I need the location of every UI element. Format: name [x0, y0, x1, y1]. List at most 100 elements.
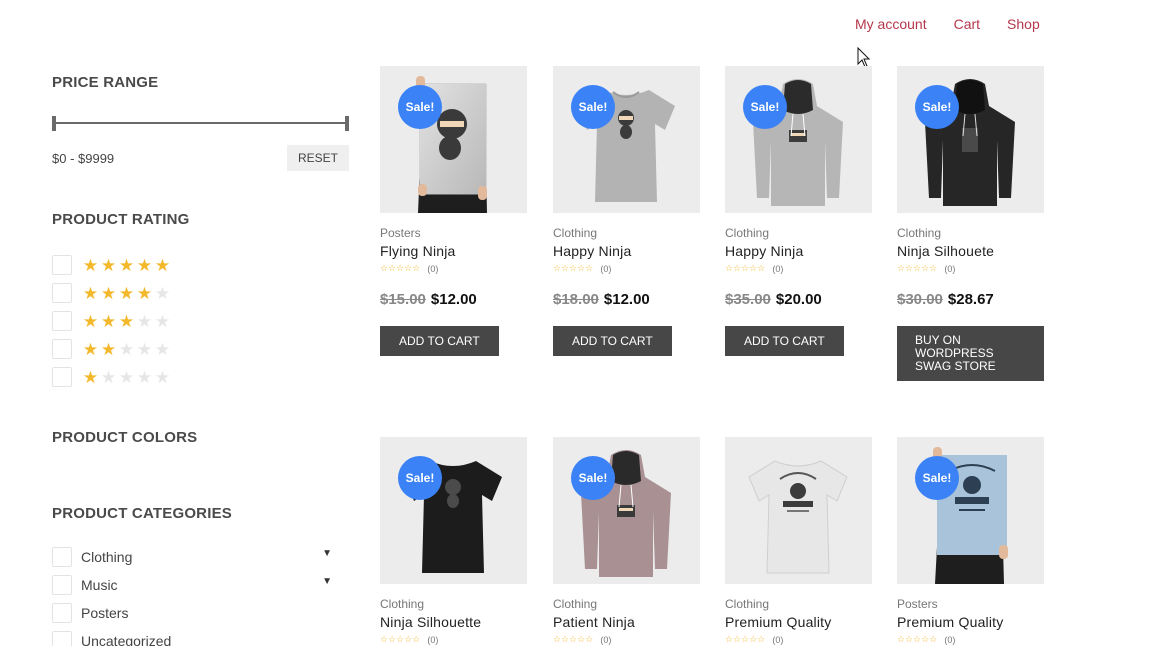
rating-count: (0): [427, 263, 439, 274]
rating-filter-5[interactable]: ★ ★ ★ ★ ★: [52, 251, 171, 279]
product-price: $35.00 $20.00: [725, 291, 872, 308]
product-card: Sale! Clothing Happy Ninja ☆☆☆☆☆ (0) $35.…: [725, 66, 872, 356]
slider-max-handle[interactable]: [345, 116, 349, 131]
rating-checkbox[interactable]: [52, 283, 72, 303]
old-price: $18.00: [553, 291, 599, 308]
price-range-title: PRICE RANGE: [52, 74, 159, 91]
product-image[interactable]: Sale!: [553, 66, 700, 213]
rating-count: (0): [772, 634, 784, 645]
product-category[interactable]: Clothing: [380, 597, 527, 611]
star-rating-icon: ★ ★ ★ ★ ★: [82, 311, 171, 331]
rating-checkbox[interactable]: [52, 367, 72, 387]
product-title[interactable]: Premium Quality: [725, 614, 872, 630]
product-title[interactable]: Premium Quality: [897, 614, 1044, 630]
rating-filter-3[interactable]: ★ ★ ★ ★ ★: [52, 307, 171, 335]
product-title[interactable]: Patient Ninja: [553, 614, 700, 630]
rating-filter-2[interactable]: ★ ★ ★ ★ ★: [52, 335, 171, 363]
sale-badge: Sale!: [743, 85, 787, 129]
product-categories-title: PRODUCT CATEGORIES: [52, 505, 232, 522]
empty-stars-icon: ☆☆☆☆☆: [553, 263, 594, 273]
nav-my-account[interactable]: My account: [855, 16, 927, 32]
old-price: $15.00: [380, 291, 426, 308]
caret-down-icon[interactable]: ▼: [322, 548, 332, 559]
product-title[interactable]: Flying Ninja: [380, 243, 527, 259]
product-price: $30.00 $28.67: [897, 291, 1044, 308]
add-to-cart-button[interactable]: ADD TO CART: [725, 326, 844, 356]
product-rating: ☆☆☆☆☆ (0): [553, 634, 700, 645]
product-rating: ☆☆☆☆☆ (0): [380, 634, 527, 645]
category-item-posters[interactable]: Posters: [52, 599, 332, 627]
product-image[interactable]: Sale!: [725, 66, 872, 213]
product-rating: ☆☆☆☆☆ (0): [897, 263, 1044, 274]
product-card: Sale! Posters Premium Quality ☆☆☆☆☆ (0): [897, 437, 1044, 645]
buy-on-swag-store-button[interactable]: BUY ON WORDPRESS SWAG STORE: [897, 326, 1044, 381]
category-checkbox[interactable]: [52, 631, 72, 646]
sale-price: $28.67: [947, 291, 994, 308]
category-label: Uncategorized: [81, 633, 172, 646]
rating-count: (0): [600, 634, 612, 645]
product-category[interactable]: Clothing: [553, 226, 700, 240]
slider-min-handle[interactable]: [52, 116, 56, 131]
product-title[interactable]: Happy Ninja: [553, 243, 700, 259]
add-to-cart-button[interactable]: ADD TO CART: [380, 326, 499, 356]
sale-badge: Sale!: [571, 85, 615, 129]
product-category[interactable]: Clothing: [725, 226, 872, 240]
product-image[interactable]: [725, 437, 872, 584]
star-rating-icon: ★ ★ ★ ★ ★: [82, 367, 171, 387]
empty-stars-icon: ☆☆☆☆☆: [725, 263, 766, 273]
price-range-values: $0 - $9999: [52, 151, 115, 166]
product-price: $15.00 $12.00: [380, 291, 527, 308]
empty-stars-icon: ☆☆☆☆☆: [725, 634, 766, 644]
product-category[interactable]: Clothing: [725, 597, 872, 611]
category-checkbox[interactable]: [52, 547, 72, 567]
empty-stars-icon: ☆☆☆☆☆: [553, 634, 594, 644]
empty-stars-icon: ☆☆☆☆☆: [380, 263, 421, 273]
rating-checkbox[interactable]: [52, 255, 72, 275]
product-card: Clothing Premium Quality ☆☆☆☆☆ (0): [725, 437, 872, 645]
old-price: $30.00: [897, 291, 943, 308]
sale-badge: Sale!: [571, 456, 615, 500]
top-nav: My account Cart Shop: [855, 16, 1040, 32]
reset-button[interactable]: RESET: [287, 145, 349, 171]
product-image[interactable]: Sale!: [380, 437, 527, 584]
rating-checkbox[interactable]: [52, 311, 72, 331]
product-category[interactable]: Posters: [897, 597, 1044, 611]
star-rating-icon: ★ ★ ★ ★ ★: [82, 255, 171, 275]
product-card: Sale! Posters Flying Ninja ☆☆☆☆☆ (0) $15.…: [380, 66, 527, 356]
product-title[interactable]: Happy Ninja: [725, 243, 872, 259]
old-price: $35.00: [725, 291, 771, 308]
product-title[interactable]: Ninja Silhouette: [380, 614, 527, 630]
product-image[interactable]: Sale!: [897, 437, 1044, 584]
slider-track: [54, 122, 347, 124]
nav-cart[interactable]: Cart: [954, 16, 980, 32]
star-rating-icon: ★ ★ ★ ★ ★: [82, 283, 171, 303]
sale-price: $12.00: [603, 291, 650, 308]
product-rating: ☆☆☆☆☆ (0): [725, 263, 872, 274]
nav-shop[interactable]: Shop: [1007, 16, 1040, 32]
price-range-slider[interactable]: [52, 116, 349, 132]
category-label: Clothing: [81, 549, 133, 565]
product-category[interactable]: Clothing: [553, 597, 700, 611]
product-category[interactable]: Clothing: [897, 226, 1044, 240]
rating-checkbox[interactable]: [52, 339, 72, 359]
product-category[interactable]: Posters: [380, 226, 527, 240]
category-item-clothing[interactable]: Clothing ▼: [52, 543, 332, 571]
rating-count: (0): [600, 263, 612, 274]
product-image[interactable]: Sale!: [380, 66, 527, 213]
product-card: Sale! Clothing Ninja Silhouette ☆☆☆☆☆ (0): [380, 437, 527, 645]
category-checkbox[interactable]: [52, 575, 72, 595]
rating-filter-1[interactable]: ★ ★ ★ ★ ★: [52, 363, 171, 391]
product-rating: ☆☆☆☆☆ (0): [897, 634, 1044, 645]
category-checkbox[interactable]: [52, 603, 72, 623]
caret-down-icon[interactable]: ▼: [322, 576, 332, 587]
category-item-uncategorized[interactable]: Uncategorized: [52, 627, 332, 646]
add-to-cart-button[interactable]: ADD TO CART: [553, 326, 672, 356]
product-title[interactable]: Ninja Silhouete: [897, 243, 1044, 259]
sale-price: $20.00: [775, 291, 822, 308]
sale-price: $12.00: [430, 291, 477, 308]
category-item-music[interactable]: Music ▼: [52, 571, 332, 599]
rating-filter-list: ★ ★ ★ ★ ★ ★ ★ ★ ★ ★ ★ ★ ★ ★ ★ ★ ★ ★ ★ ★ ★ ★ ★ ★ ★: [52, 251, 171, 391]
product-image[interactable]: Sale!: [553, 437, 700, 584]
product-image[interactable]: Sale!: [897, 66, 1044, 213]
rating-filter-4[interactable]: ★ ★ ★ ★ ★: [52, 279, 171, 307]
